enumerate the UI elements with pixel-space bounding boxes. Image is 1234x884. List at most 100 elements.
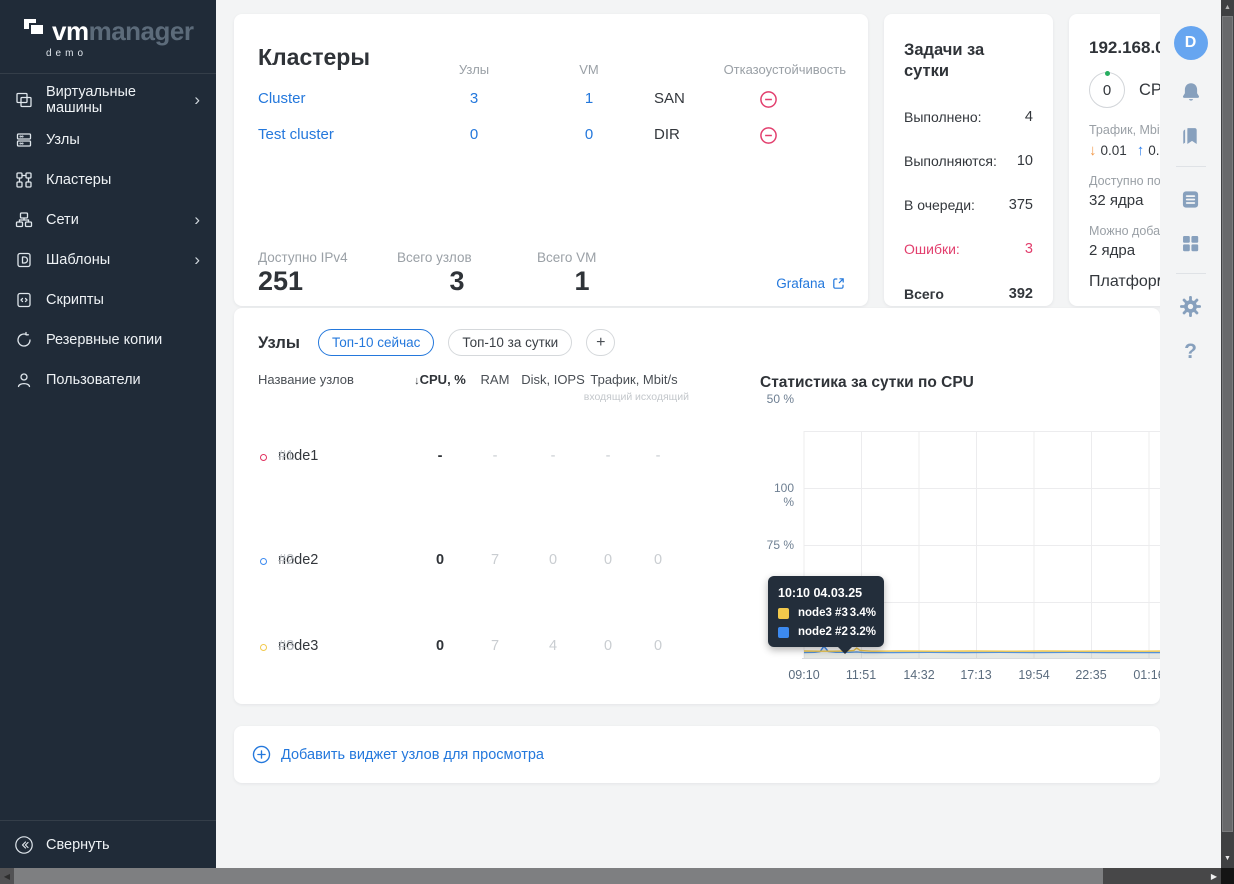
node-row: node1 #1 - - - - - xyxy=(234,448,724,468)
clusters-card: Кластеры Узлы VM Отказоустойчивость Clus… xyxy=(234,14,868,306)
nodes-icon xyxy=(14,130,34,150)
app-logo[interactable]: vmmanager demo xyxy=(0,0,216,59)
node-disk: 4 xyxy=(548,638,558,654)
task-total-row: Всего 392 xyxy=(904,286,1033,302)
cluster-link[interactable]: Test cluster xyxy=(258,126,334,143)
node-id: #1 xyxy=(278,448,295,464)
node-cpu: - xyxy=(437,448,443,464)
horizontal-scroll-thumb[interactable] xyxy=(14,868,1103,884)
user-avatar[interactable]: D xyxy=(1173,26,1208,60)
scroll-up-arrow[interactable]: ▲ xyxy=(1221,0,1234,14)
clusters-icon xyxy=(14,170,34,190)
stat-ipv4-label: Доступно IPv4 xyxy=(258,250,348,265)
backups-icon xyxy=(14,330,34,350)
sidebar-item-networks[interactable]: Сети › xyxy=(0,200,216,240)
task-label: Ошибки: xyxy=(904,241,960,258)
sidebar-item-scripts[interactable]: Скрипты xyxy=(0,280,216,320)
cluster-vm-count[interactable]: 0 xyxy=(534,126,644,143)
tooltip-entry: node2 #2 3.2% xyxy=(778,626,876,638)
node-disk: - xyxy=(550,448,556,464)
sidebar-item-label: Узлы xyxy=(46,132,80,148)
cluster-nodes-count[interactable]: 3 xyxy=(414,90,534,107)
y-axis-tick: 50 % xyxy=(766,392,794,406)
y-axis-tick: 100 % xyxy=(773,481,794,509)
task-value: 3 xyxy=(1024,241,1033,258)
rail-divider xyxy=(1175,273,1206,274)
docs-button[interactable] xyxy=(1180,124,1201,148)
add-widget-button[interactable]: Добавить виджет узлов для просмотра xyxy=(234,726,1160,783)
vertical-scroll-thumb[interactable] xyxy=(1222,16,1233,832)
traffic-in-value: 0.01 xyxy=(1100,143,1127,158)
sidebar-item-virtual-machines[interactable]: Виртуальные машины › xyxy=(0,80,216,120)
sidebar-item-label: Шаблоны xyxy=(46,252,111,268)
scroll-down-arrow[interactable]: ▼ xyxy=(1221,855,1234,862)
host-vm-count: 0 xyxy=(1102,81,1112,99)
tasks-card: Задачи за сутки Выполнено: 4 Выполняются… xyxy=(884,14,1053,306)
tasks-card-title: Задачи за сутки xyxy=(904,41,985,80)
cpu-chart: Статистика за сутки по CPU 100 % 75 % 50… xyxy=(760,374,1160,694)
cluster-vm-count[interactable]: 1 xyxy=(534,90,644,107)
collapse-icon xyxy=(14,835,34,855)
vertical-scrollbar[interactable]: ▲ ▼ xyxy=(1221,0,1234,868)
sidebar-item-clusters[interactable]: Кластеры xyxy=(0,160,216,200)
task-row: Выполнено: 4 xyxy=(904,109,1033,125)
status-online-dot xyxy=(1105,71,1110,76)
bell-icon xyxy=(1182,83,1199,101)
tooltip-timestamp: 10:10 04.03.25 xyxy=(778,586,863,600)
networks-icon xyxy=(14,210,34,230)
task-total-value: 392 xyxy=(1008,286,1033,303)
add-widget-label: Добавить виджет узлов для просмотра xyxy=(281,746,544,763)
series-color-swatch xyxy=(778,607,789,619)
x-axis-tick: 22:35 xyxy=(1075,668,1107,682)
tooltip-entry: node3 #3 3.4% xyxy=(778,607,876,619)
cluster-nodes-count[interactable]: 0 xyxy=(414,126,534,143)
brand-subtitle: demo xyxy=(46,48,88,59)
icon-rail: D ? xyxy=(1160,0,1221,868)
x-axis-tick: 11:51 xyxy=(845,668,877,682)
horizontal-scrollbar[interactable]: ◀ ▶ xyxy=(0,868,1221,884)
node-traffic-in: 0 xyxy=(603,638,613,654)
apps-button[interactable] xyxy=(1180,231,1201,255)
users-icon xyxy=(14,370,34,390)
notifications-button[interactable] xyxy=(1180,80,1202,104)
log-button[interactable] xyxy=(1180,187,1201,211)
brand-light: manager xyxy=(88,16,194,46)
cluster-link[interactable]: Cluster xyxy=(258,90,306,107)
x-axis-tick: 14:32 xyxy=(903,668,935,682)
document-icon xyxy=(1182,190,1199,208)
cluster-row: Cluster 3 1 SAN xyxy=(234,90,868,112)
grafana-link[interactable]: Grafana xyxy=(776,276,846,291)
host-vm-count-badge: 0 xyxy=(1089,71,1125,108)
col-traffic[interactable]: Трафик, Mbit/s xyxy=(584,372,684,387)
node-ram: - xyxy=(492,448,498,464)
node-ram: 7 xyxy=(490,638,500,654)
gear-icon xyxy=(1180,295,1201,317)
node-traffic-out: - xyxy=(655,448,661,464)
tab-top10-now[interactable]: Топ-10 сейчас xyxy=(318,329,435,356)
sidebar-item-label: Сети xyxy=(46,212,79,228)
scroll-right-arrow[interactable]: ▶ xyxy=(1211,868,1217,884)
node-traffic-in: 0 xyxy=(603,552,613,568)
nodes-card-title: Узлы xyxy=(258,334,300,352)
vmmanager-logo-icon xyxy=(24,19,45,36)
sidebar-item-nodes[interactable]: Узлы xyxy=(0,120,216,160)
x-axis-tick: 19:54 xyxy=(1018,668,1050,682)
vm-icon xyxy=(14,90,34,110)
sidebar-item-templates[interactable]: Шаблоны › xyxy=(0,240,216,280)
collapse-sidebar-button[interactable]: Свернуть xyxy=(0,820,216,868)
add-tab-button[interactable]: + xyxy=(586,329,616,356)
help-button[interactable]: ? xyxy=(1184,340,1197,364)
col-cpu-sortable[interactable]: ↓CPU, % xyxy=(410,372,470,387)
node-cpu: 0 xyxy=(435,552,445,568)
scripts-icon xyxy=(14,290,34,310)
ha-disabled-icon xyxy=(734,90,802,113)
sidebar-item-backups[interactable]: Резервные копии xyxy=(0,320,216,360)
task-row: Выполняются: 10 xyxy=(904,153,1033,169)
node-traffic-out: 0 xyxy=(653,552,663,568)
settings-button[interactable] xyxy=(1179,294,1202,318)
tooltip-series-value: 3.2% xyxy=(849,626,876,638)
tab-top10-day[interactable]: Топ-10 за сутки xyxy=(448,329,573,356)
clusters-col-vm: VM xyxy=(579,62,599,77)
sidebar-item-users[interactable]: Пользователи xyxy=(0,360,216,400)
scroll-left-arrow[interactable]: ◀ xyxy=(0,868,14,884)
